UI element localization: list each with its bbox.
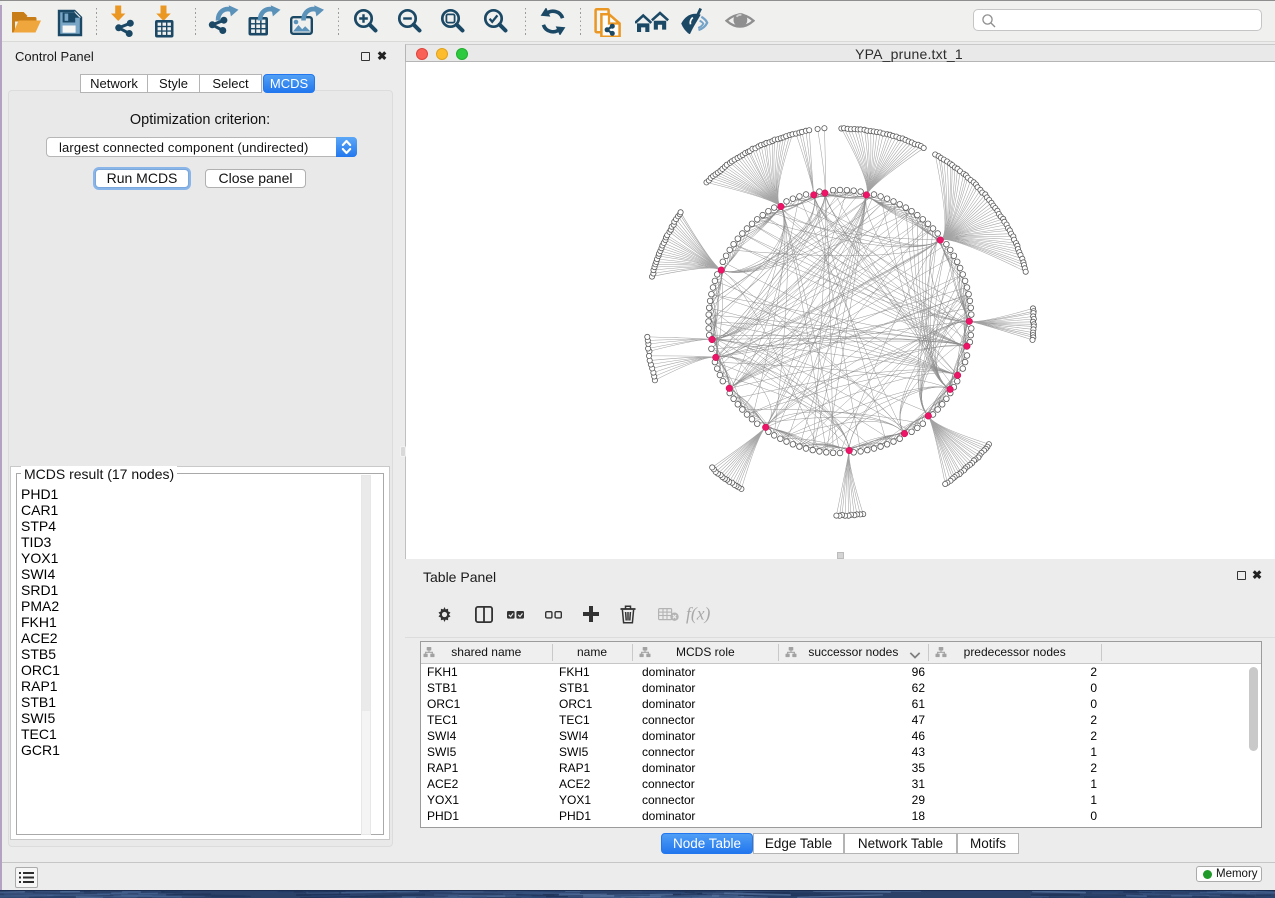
svg-text:f(x): f(x) [686, 604, 710, 624]
